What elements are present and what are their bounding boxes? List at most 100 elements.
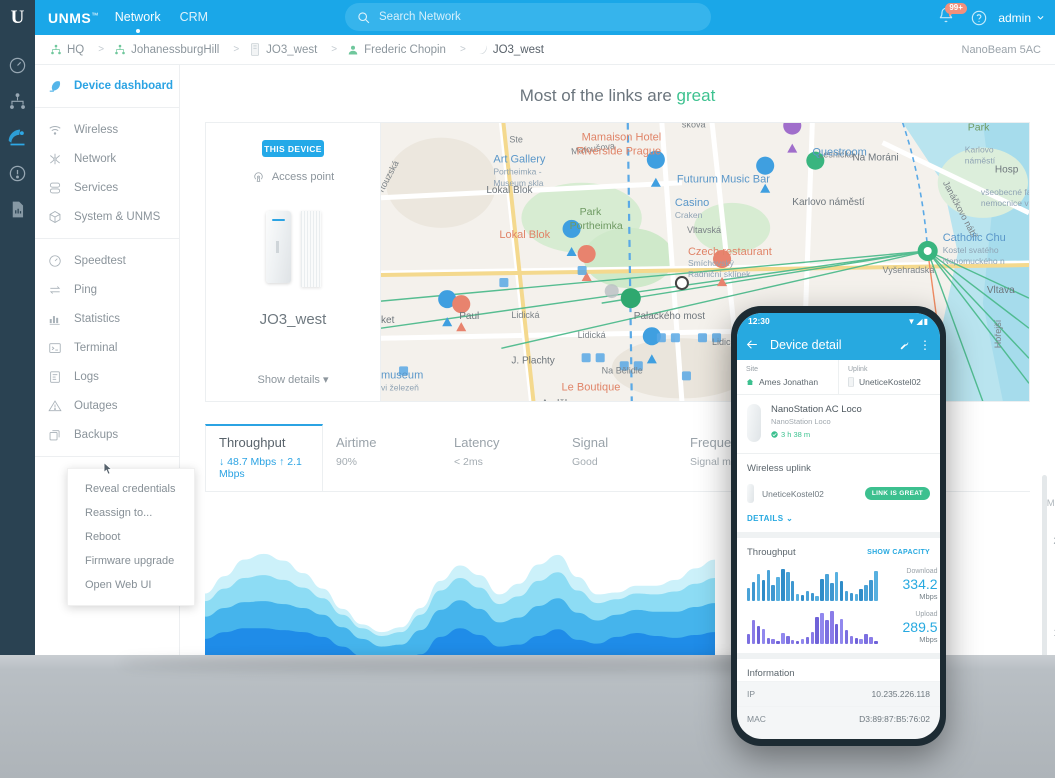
menu-item-outages[interactable]: Outages bbox=[35, 391, 179, 420]
search-bar[interactable] bbox=[345, 3, 711, 31]
download-label: Download bbox=[886, 568, 938, 575]
dropdown-item-reassign-to[interactable]: Reassign to... bbox=[68, 501, 194, 525]
bar bbox=[850, 593, 853, 601]
bar bbox=[771, 585, 774, 601]
dropdown-item-open-web-ui[interactable]: Open Web UI bbox=[68, 573, 194, 597]
rail-devices-button[interactable] bbox=[0, 119, 35, 155]
bar bbox=[864, 585, 867, 601]
uplink-value-row: UneticeKostel02 bbox=[848, 377, 931, 387]
notifications-button[interactable]: 99+ bbox=[938, 7, 960, 29]
menu-item-services[interactable]: Services bbox=[35, 173, 179, 202]
help-icon[interactable] bbox=[971, 10, 987, 26]
svg-text:Anděl: Anděl bbox=[541, 398, 567, 401]
details-toggle[interactable]: DETAILS ⌄ bbox=[747, 514, 930, 523]
wifi-icon bbox=[47, 123, 62, 137]
device-front bbox=[266, 211, 291, 283]
breadcrumb-item-hq[interactable]: HQ > bbox=[49, 43, 113, 56]
alert-icon bbox=[8, 164, 27, 183]
report-icon bbox=[8, 200, 27, 219]
tab-throughput[interactable]: Throughput ↓ 48.7 Mbps ↑ 2.1 Mbps bbox=[205, 424, 323, 491]
svg-text:Catholic Chu: Catholic Chu bbox=[943, 232, 1006, 244]
unms-logo[interactable]: U bbox=[0, 0, 35, 35]
menu-item-label: Terminal bbox=[74, 342, 117, 354]
svg-text:Futurum Music Bar: Futurum Music Bar bbox=[677, 174, 770, 186]
bar bbox=[806, 591, 809, 601]
phone-uplink-cell[interactable]: Uplink UneticeKostel02 bbox=[838, 360, 940, 394]
search-input[interactable] bbox=[379, 11, 679, 23]
dropdown-item-reboot[interactable]: Reboot bbox=[68, 525, 194, 549]
svg-text:Na Moráni: Na Moráni bbox=[852, 153, 898, 164]
menu-item-system-unms[interactable]: System & UNMS bbox=[35, 202, 179, 231]
wrench-icon[interactable] bbox=[898, 339, 910, 351]
svg-text:Vyšehradská: Vyšehradská bbox=[883, 265, 936, 275]
menu-item-logs[interactable]: Logs bbox=[35, 362, 179, 391]
overflow-menu-icon[interactable]: ⋮ bbox=[919, 338, 931, 352]
bar bbox=[757, 626, 760, 644]
arrow-left-icon[interactable] bbox=[746, 338, 759, 351]
phone-device-row[interactable]: NanoStation AC Loco NanoStation Loco 3 h… bbox=[737, 395, 940, 454]
menu-item-ping[interactable]: Ping bbox=[35, 275, 179, 304]
menu-item-device-dashboard[interactable]: Device dashboard bbox=[35, 71, 179, 100]
ping-icon bbox=[47, 283, 62, 297]
svg-text:Hořejší: Hořejší bbox=[993, 319, 1003, 348]
bar bbox=[811, 632, 814, 644]
menu-item-backups[interactable]: Backups bbox=[35, 420, 179, 449]
svg-text:Vltava: Vltava bbox=[987, 285, 1015, 296]
tab-airtime[interactable]: Airtime 90% bbox=[323, 424, 441, 491]
phone-site-cell[interactable]: Site Ames Jonathan bbox=[737, 360, 838, 394]
dropdown-item-reveal-credentials[interactable]: Reveal credentials bbox=[68, 477, 194, 501]
status-icons: ▼◢▮ bbox=[908, 317, 929, 326]
user-menu[interactable]: admin bbox=[998, 11, 1045, 25]
breadcrumb-item-frederic-chopin[interactable]: Frederic Chopin > bbox=[346, 43, 475, 56]
rail-dashboard-button[interactable] bbox=[0, 47, 35, 83]
tab-label: Airtime bbox=[323, 435, 441, 450]
download-metric: Download 334.2 Mbps bbox=[886, 568, 938, 601]
menu-item-network[interactable]: Network bbox=[35, 144, 179, 173]
home-icon bbox=[746, 378, 754, 386]
info-value: 10.235.226.118 bbox=[872, 689, 930, 699]
breadcrumb-bar: HQ > JohanessburgHill > JO3_west > Frede… bbox=[35, 35, 1055, 65]
dropdown-item-firmware-upgrade[interactable]: Firmware upgrade bbox=[68, 549, 194, 573]
site-label: Site bbox=[746, 366, 829, 373]
nav-network[interactable]: Network bbox=[115, 0, 161, 35]
logo-glyph: U bbox=[11, 8, 25, 27]
content-scrollbar[interactable] bbox=[1042, 475, 1047, 660]
rail-sitemap-button[interactable] bbox=[0, 83, 35, 119]
device-model-label: NanoBeam 5AC bbox=[962, 44, 1042, 56]
svg-text:Hosp: Hosp bbox=[995, 165, 1019, 176]
phone-screen: 12:30 ▼◢▮ Device detail ⋮ Site Ames Jona… bbox=[737, 313, 940, 739]
device-image bbox=[246, 211, 341, 291]
nav-crm[interactable]: CRM bbox=[180, 0, 208, 35]
uplink-row[interactable]: UneticeKostel02 LINK IS GREAT bbox=[747, 484, 930, 503]
warning-icon bbox=[47, 399, 62, 413]
satellite-dish-icon bbox=[7, 127, 28, 148]
chart-canvas bbox=[205, 510, 715, 660]
tab-latency[interactable]: Latency < 2ms bbox=[441, 424, 559, 491]
svg-text:Casino: Casino bbox=[675, 197, 709, 209]
tab-signal[interactable]: Signal Good bbox=[559, 424, 677, 491]
rail-reports-button[interactable] bbox=[0, 191, 35, 227]
show-capacity-button[interactable]: SHOW CAPACITY bbox=[867, 549, 930, 556]
bar bbox=[855, 638, 858, 644]
tab-value: Good bbox=[559, 456, 677, 468]
phone-wireless-uplink-section: Wireless uplink UneticeKostel02 LINK IS … bbox=[737, 454, 940, 532]
uplink-label: Uplink bbox=[848, 366, 931, 373]
rail-alerts-button[interactable] bbox=[0, 155, 35, 191]
phone-title: Device detail bbox=[770, 338, 898, 352]
breadcrumb: HQ > JohanessburgHill > JO3_west > Frede… bbox=[49, 43, 962, 56]
breadcrumb-item-jo3west-device[interactable]: JO3_west > bbox=[248, 43, 346, 56]
show-details-toggle[interactable]: Show details ▾ bbox=[206, 373, 380, 386]
menu-item-terminal[interactable]: Terminal bbox=[35, 333, 179, 362]
menu-item-label: Wireless bbox=[74, 124, 118, 136]
menu-item-label: Network bbox=[74, 153, 116, 165]
menu-item-statistics[interactable]: Statistics bbox=[35, 304, 179, 333]
menu-item-speedtest[interactable]: Speedtest bbox=[35, 246, 179, 275]
breadcrumb-item-johanessburghill[interactable]: JohanessburgHill > bbox=[113, 43, 248, 56]
upload-metric: Upload 289.5 Mbps bbox=[886, 611, 938, 644]
menu-item-wireless[interactable]: Wireless bbox=[35, 115, 179, 144]
phone-throughput-section: Throughput SHOW CAPACITY Download 334.2 … bbox=[737, 538, 940, 653]
bar bbox=[820, 579, 823, 601]
sitemap-icon bbox=[49, 43, 62, 56]
chevron-down-icon: ▾ bbox=[323, 374, 329, 386]
svg-text:Lokal Blok: Lokal Blok bbox=[486, 185, 533, 196]
